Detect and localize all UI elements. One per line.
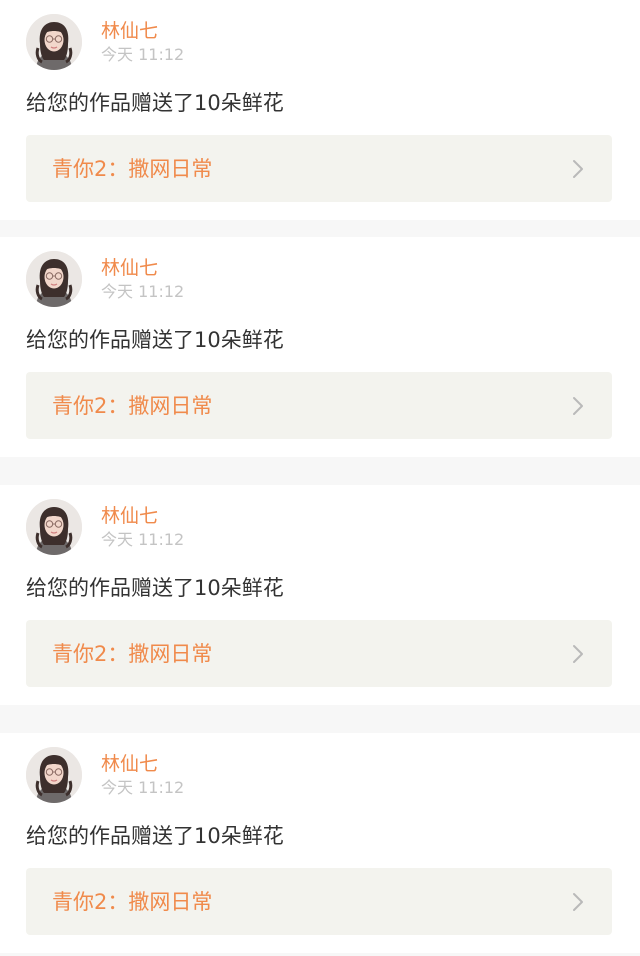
work-title: 青你2：撒网日常 (52, 642, 213, 666)
notification-feed: 林仙七 今天 11:12 给您的作品赠送了10朵鲜花 青你2：撒网日常 林仙七 … (0, 0, 640, 956)
notification-card: 林仙七 今天 11:12 给您的作品赠送了10朵鲜花 青你2：撒网日常 (0, 0, 640, 220)
notification-card: 林仙七 今天 11:12 给您的作品赠送了10朵鲜花 青你2：撒网日常 (0, 485, 640, 705)
notification-message: 给您的作品赠送了10朵鲜花 (26, 328, 284, 352)
avatar-photo (26, 499, 82, 555)
user-name[interactable]: 林仙七 (101, 20, 158, 42)
user-avatar[interactable] (26, 251, 82, 307)
user-avatar[interactable] (26, 499, 82, 555)
user-name[interactable]: 林仙七 (101, 257, 158, 279)
chevron-right-icon (572, 159, 584, 179)
work-link-card[interactable]: 青你2：撒网日常 (26, 620, 612, 687)
chevron-right-icon (572, 644, 584, 664)
notification-message: 给您的作品赠送了10朵鲜花 (26, 91, 284, 115)
user-name[interactable]: 林仙七 (101, 505, 158, 527)
user-name[interactable]: 林仙七 (101, 753, 158, 775)
timestamp: 今天 11:12 (101, 530, 185, 549)
notification-message: 给您的作品赠送了10朵鲜花 (26, 824, 284, 848)
work-link-card[interactable]: 青你2：撒网日常 (26, 868, 612, 935)
timestamp: 今天 11:12 (101, 778, 185, 797)
chevron-right-icon (572, 396, 584, 416)
work-link-card[interactable]: 青你2：撒网日常 (26, 135, 612, 202)
user-avatar[interactable] (26, 14, 82, 70)
work-title: 青你2：撒网日常 (52, 394, 213, 418)
user-avatar[interactable] (26, 747, 82, 803)
work-link-card[interactable]: 青你2：撒网日常 (26, 372, 612, 439)
notification-card: 林仙七 今天 11:12 给您的作品赠送了10朵鲜花 青你2：撒网日常 (0, 237, 640, 457)
avatar-photo (26, 747, 82, 803)
timestamp: 今天 11:12 (101, 282, 185, 301)
notification-message: 给您的作品赠送了10朵鲜花 (26, 576, 284, 600)
avatar-photo (26, 14, 82, 70)
timestamp: 今天 11:12 (101, 45, 185, 64)
work-title: 青你2：撒网日常 (52, 157, 213, 181)
avatar-photo (26, 251, 82, 307)
work-title: 青你2：撒网日常 (52, 890, 213, 914)
notification-card: 林仙七 今天 11:12 给您的作品赠送了10朵鲜花 青你2：撒网日常 (0, 733, 640, 953)
chevron-right-icon (572, 892, 584, 912)
